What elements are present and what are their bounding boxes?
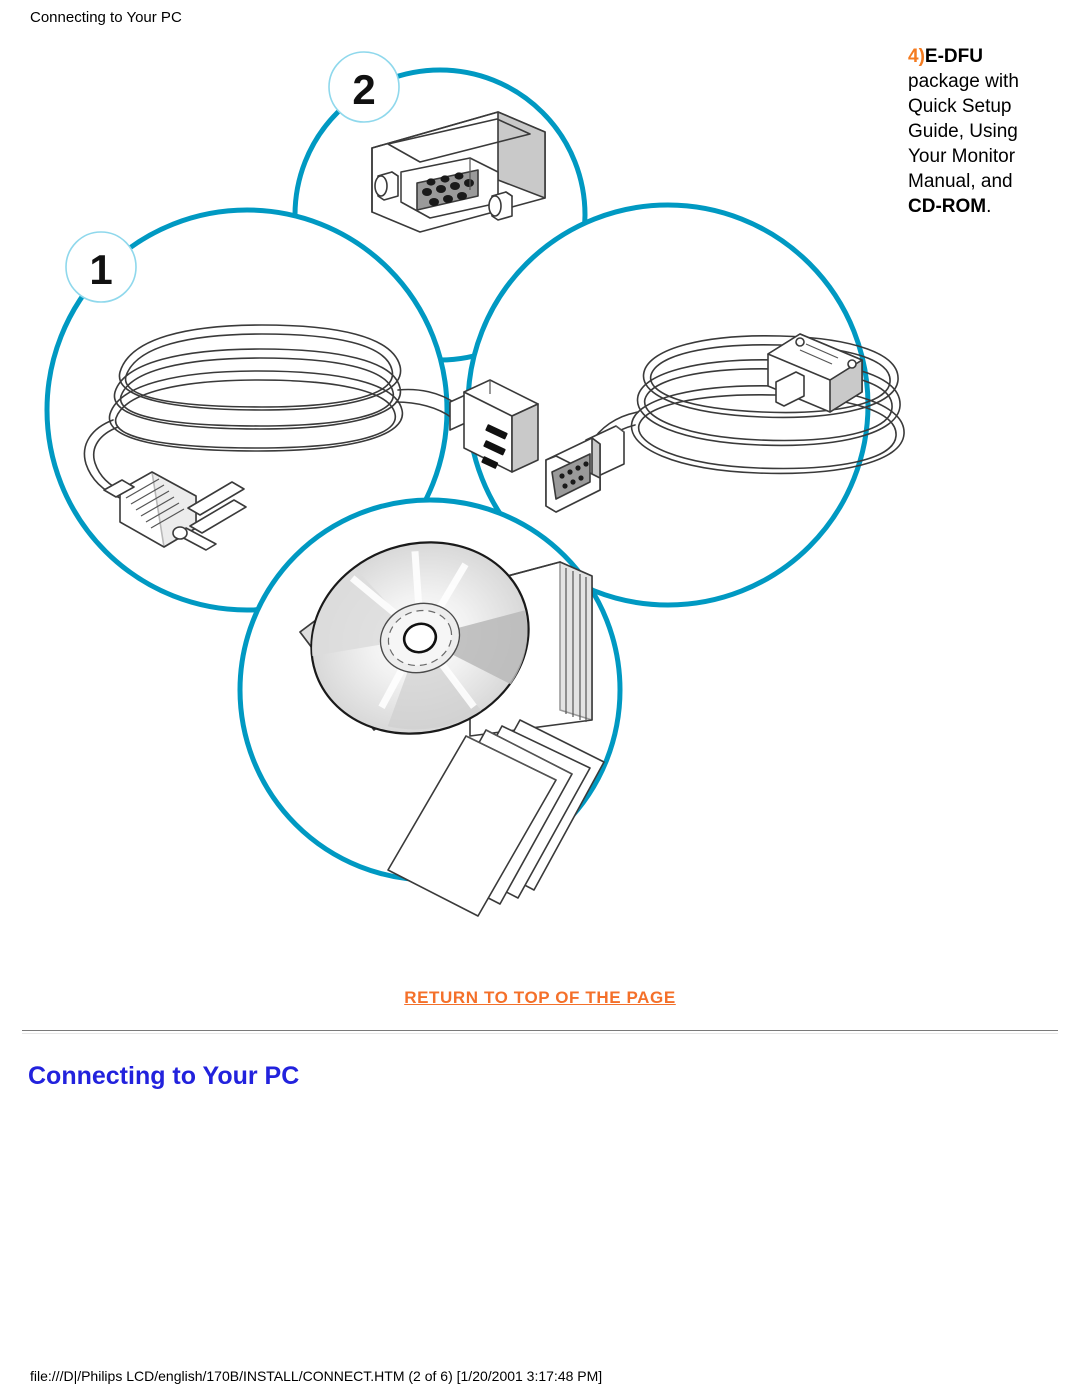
section-divider	[22, 1030, 1058, 1034]
footer-file-path: file:///D|/Philips LCD/english/170B/INST…	[30, 1368, 603, 1384]
accessory-note-tail: CD-ROM	[908, 196, 987, 217]
badge-2-label: 2	[352, 66, 375, 113]
return-to-top-link[interactable]: RETURN TO TOP OF THE PAGE	[404, 988, 676, 1007]
badge-1: 1	[65, 231, 137, 303]
accessory-note-lead: E-DFU	[924, 46, 983, 67]
accessory-note-marker: 4)	[908, 46, 925, 67]
badge-1-label: 1	[89, 246, 112, 293]
section-heading-connecting-to-your-pc: Connecting to Your PC	[28, 1062, 300, 1090]
accessory-note-4: 4)E-DFU package with Quick Setup Guide, …	[908, 44, 1026, 219]
accessory-note-body: package with Quick Setup Guide, Using Yo…	[908, 71, 1019, 192]
badge-2: 2	[328, 51, 400, 123]
return-link-container: RETURN TO TOP OF THE PAGE	[0, 988, 1080, 1008]
accessory-note-end: .	[986, 196, 992, 217]
